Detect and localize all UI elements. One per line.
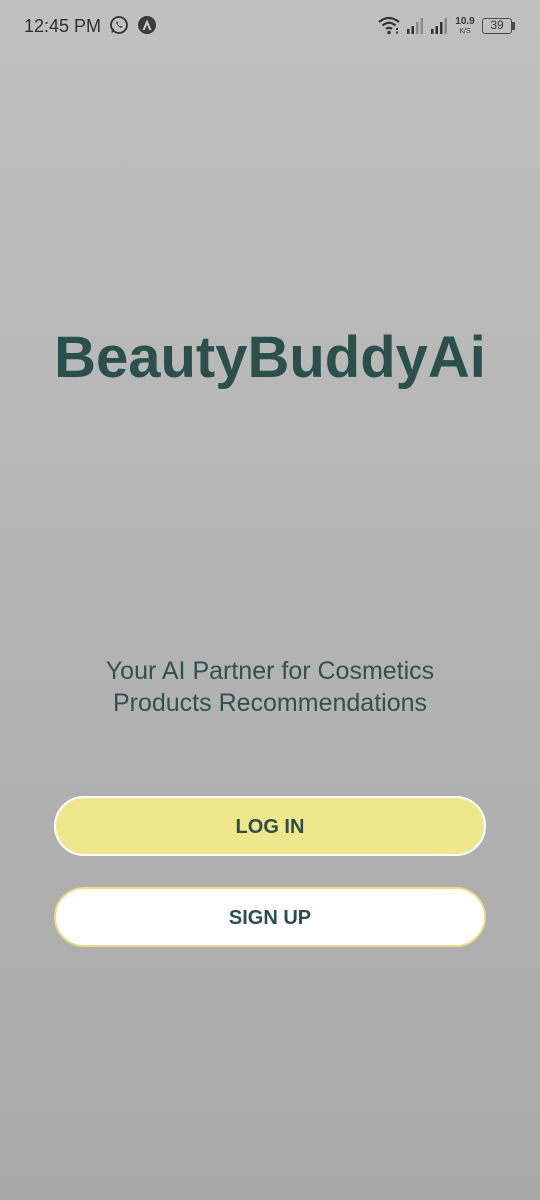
app-title: BeautyBuddyAi xyxy=(54,325,486,390)
signal-icon xyxy=(430,17,448,40)
login-button[interactable]: LOG IN xyxy=(54,796,486,856)
network-speed-value: 10.9 xyxy=(455,16,475,27)
signal-icon xyxy=(406,17,424,40)
battery-icon: 39 xyxy=(482,18,512,34)
tagline-line-2: Products Recommendations xyxy=(112,689,428,717)
signup-button[interactable]: SIGN UP xyxy=(54,887,486,947)
network-speed-unit: K/S xyxy=(459,28,471,35)
status-time: 12:45 PM xyxy=(24,16,102,36)
network-speed: 10.9 K/S xyxy=(454,16,476,36)
battery-tip xyxy=(512,22,515,30)
tagline-line-1: Your AI Partner for Cosmetics xyxy=(105,657,435,685)
tagline: Your AI Partner for Cosmetics Products R… xyxy=(40,655,500,719)
wifi-icon xyxy=(377,15,401,42)
whatsapp-icon xyxy=(109,15,129,40)
status-bar: 12:45 PM 10.9 K/S 39 xyxy=(0,0,540,56)
battery-level: 39 xyxy=(490,18,504,32)
app-notification-icon xyxy=(137,15,157,40)
